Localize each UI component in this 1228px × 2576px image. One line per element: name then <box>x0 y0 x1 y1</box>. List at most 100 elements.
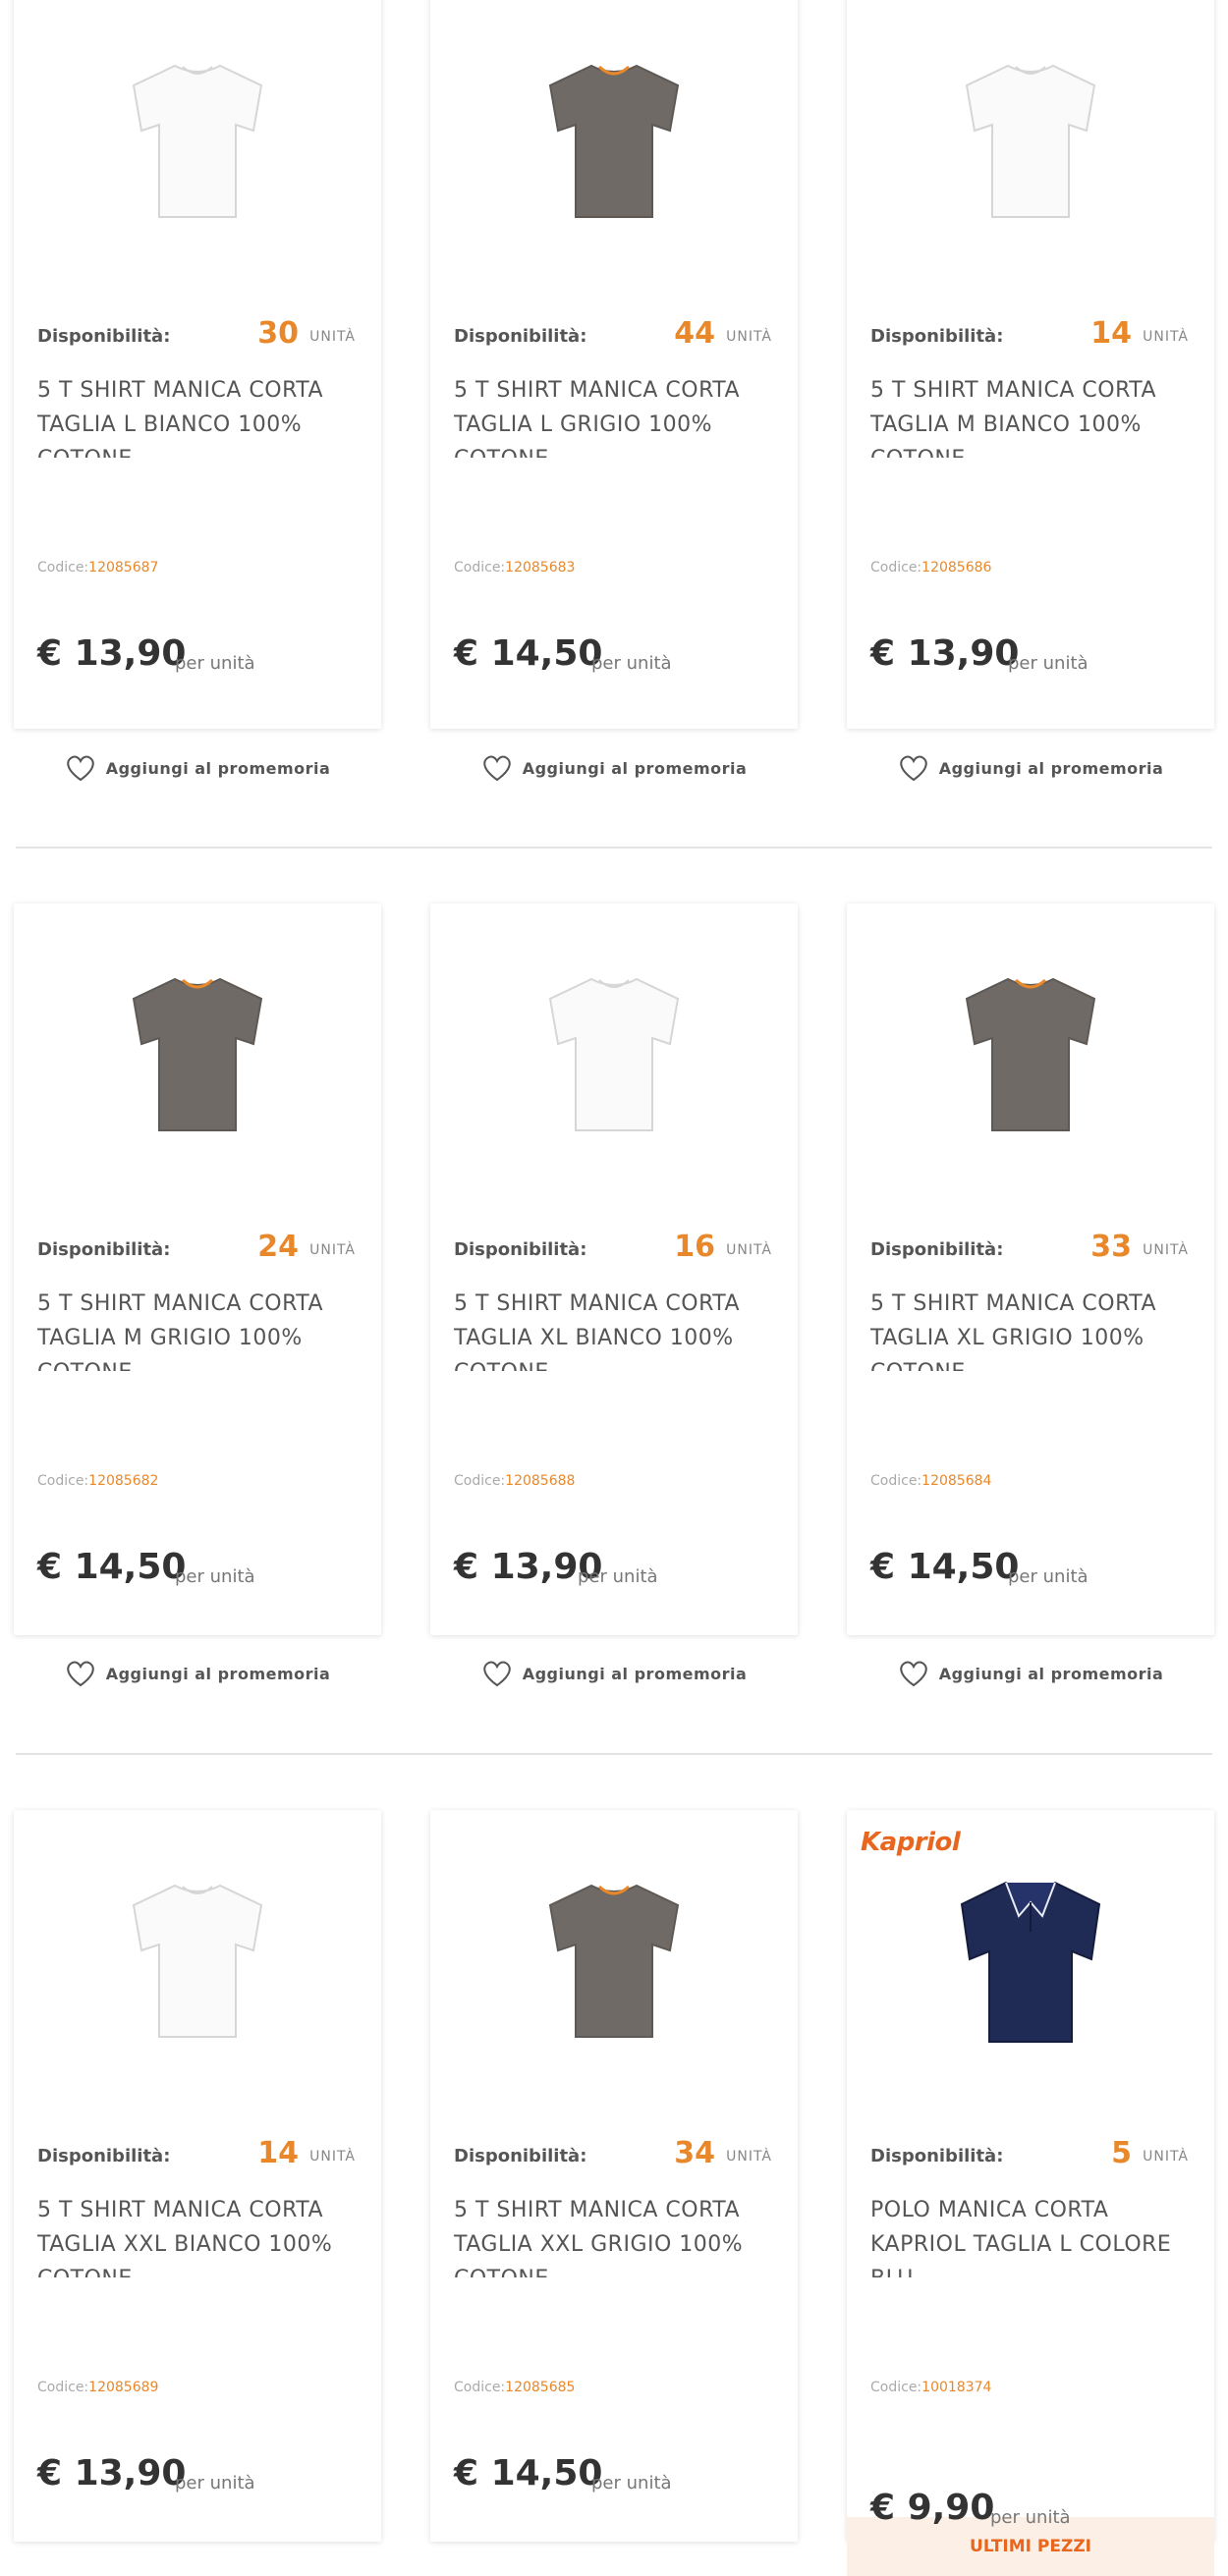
code-value: 12085687 <box>88 560 159 575</box>
grey-tshirt-icon <box>548 1884 680 2038</box>
availability-unit: UNITÀ <box>309 2149 356 2165</box>
product-image[interactable] <box>430 904 798 1198</box>
grey-tshirt-icon <box>548 64 680 218</box>
availability-label: Disponibilità: <box>37 1239 171 1260</box>
product-code: Codice:12085686 <box>870 560 991 575</box>
product-image[interactable] <box>847 904 1214 1198</box>
heart-icon <box>482 1661 511 1687</box>
product-card[interactable]: Disponibilità: 24 UNITÀ 5 T SHIRT MANICA… <box>14 904 381 1635</box>
per-unit-label: per unità <box>591 2473 672 2494</box>
per-unit-label: per unità <box>591 653 672 674</box>
product-image[interactable] <box>14 0 381 285</box>
product-image[interactable] <box>14 904 381 1198</box>
product-title[interactable]: 5 T SHIRT MANICA CORTA TAGLIA M GRIGIO 1… <box>37 1287 352 1371</box>
product-card[interactable]: Disponibilità: 30 UNITÀ 5 T SHIRT MANICA… <box>14 0 381 729</box>
product-title[interactable]: 5 T SHIRT MANICA CORTA TAGLIA L GRIGIO 1… <box>454 373 768 458</box>
product-title[interactable]: 5 T SHIRT MANICA CORTA TAGLIA XXL BIANCO… <box>37 2193 352 2277</box>
availability-label: Disponibilità: <box>870 2146 1004 2166</box>
per-unit-label: per unità <box>175 2473 255 2494</box>
grey-tshirt-icon <box>132 977 263 1131</box>
availability-quantity: 34 <box>674 2136 715 2170</box>
code-label: Codice: <box>454 560 506 575</box>
product-title[interactable]: 5 T SHIRT MANICA CORTA TAGLIA XL GRIGIO … <box>870 1287 1185 1371</box>
per-unit-label: per unità <box>1008 653 1088 674</box>
per-unit-label: per unità <box>578 1566 658 1587</box>
availability-label: Disponibilità: <box>454 1239 587 1260</box>
heart-icon <box>66 755 94 782</box>
availability-unit: UNITÀ <box>1143 329 1189 345</box>
availability-label: Disponibilità: <box>37 2146 171 2166</box>
product-title[interactable]: 5 T SHIRT MANICA CORTA TAGLIA XXL GRIGIO… <box>454 2193 768 2277</box>
code-label: Codice: <box>37 560 89 575</box>
heart-icon <box>899 755 927 782</box>
product-code: Codice:12085684 <box>870 1473 991 1489</box>
product-code: Codice:12085687 <box>37 560 158 575</box>
wishlist-label: Aggiungi al promemoria <box>105 1664 331 1683</box>
row-divider <box>16 1753 1212 1755</box>
per-unit-label: per unità <box>1008 1566 1088 1587</box>
code-value: 12085688 <box>505 1473 576 1489</box>
product-price: € 14,50 <box>454 2453 603 2494</box>
wishlist-button[interactable]: Aggiungi al promemoria <box>430 1654 798 1693</box>
white-tshirt-icon <box>548 977 680 1131</box>
product-code: Codice:12085688 <box>454 1473 575 1489</box>
code-value: 10018374 <box>921 2380 992 2395</box>
availability-unit: UNITÀ <box>309 329 356 345</box>
grey-tshirt-icon <box>965 977 1096 1131</box>
per-unit-label: per unità <box>175 653 255 674</box>
product-card[interactable]: Disponibilità: 14 UNITÀ 5 T SHIRT MANICA… <box>847 0 1214 729</box>
product-price: € 14,50 <box>37 1547 187 1587</box>
product-code: Codice:12085685 <box>454 2380 575 2395</box>
product-card[interactable]: Disponibilità: 44 UNITÀ 5 T SHIRT MANICA… <box>430 0 798 729</box>
wishlist-label: Aggiungi al promemoria <box>522 758 748 778</box>
wishlist-label: Aggiungi al promemoria <box>522 1664 748 1683</box>
product-price: € 14,50 <box>870 1547 1020 1587</box>
product-card[interactable]: Disponibilità: 34 UNITÀ 5 T SHIRT MANICA… <box>430 1810 798 2542</box>
availability-label: Disponibilità: <box>454 326 587 347</box>
product-price: € 14,50 <box>454 633 603 674</box>
per-unit-label: per unità <box>990 2507 1071 2528</box>
product-price: € 13,90 <box>870 633 1020 674</box>
wishlist-button[interactable]: Aggiungi al promemoria <box>847 1654 1214 1693</box>
product-image[interactable] <box>847 1810 1214 2105</box>
wishlist-button[interactable]: Aggiungi al promemoria <box>14 1654 381 1693</box>
availability-quantity: 14 <box>257 2136 299 2170</box>
availability-unit: UNITÀ <box>309 1242 356 1258</box>
product-price: € 13,90 <box>37 2453 187 2494</box>
product-card[interactable]: Disponibilità: 33 UNITÀ 5 T SHIRT MANICA… <box>847 904 1214 1635</box>
availability-quantity: 33 <box>1090 1230 1132 1264</box>
product-code: Codice:12085689 <box>37 2380 158 2395</box>
availability-quantity: 30 <box>257 316 299 351</box>
product-grid: Disponibilità: 30 UNITÀ 5 T SHIRT MANICA… <box>0 0 1228 2576</box>
product-title[interactable]: 5 T SHIRT MANICA CORTA TAGLIA L BIANCO 1… <box>37 373 352 458</box>
availability-quantity: 5 <box>1111 2136 1132 2170</box>
product-image[interactable] <box>430 1810 798 2105</box>
per-unit-label: per unità <box>175 1566 255 1587</box>
product-image[interactable] <box>14 1810 381 2105</box>
product-image[interactable] <box>847 0 1214 285</box>
wishlist-button[interactable]: Aggiungi al promemoria <box>847 748 1214 788</box>
navy-polo-icon <box>960 1881 1101 2043</box>
product-card[interactable]: Disponibilità: 14 UNITÀ 5 T SHIRT MANICA… <box>14 1810 381 2542</box>
wishlist-button[interactable]: Aggiungi al promemoria <box>14 748 381 788</box>
availability-quantity: 16 <box>674 1230 715 1264</box>
row-divider <box>16 847 1212 849</box>
product-image[interactable] <box>430 0 798 285</box>
availability-label: Disponibilità: <box>37 326 171 347</box>
product-card[interactable]: Kapriol Disponibilità: 5 UNITÀ POLO MANI… <box>847 1810 1214 2576</box>
code-label: Codice: <box>870 560 922 575</box>
availability-unit: UNITÀ <box>1143 1242 1189 1258</box>
availability-label: Disponibilità: <box>454 2146 587 2166</box>
availability-label: Disponibilità: <box>870 1239 1004 1260</box>
product-card[interactable]: Disponibilità: 16 UNITÀ 5 T SHIRT MANICA… <box>430 904 798 1635</box>
white-tshirt-icon <box>132 64 263 218</box>
product-title[interactable]: 5 T SHIRT MANICA CORTA TAGLIA XL BIANCO … <box>454 1287 768 1371</box>
wishlist-label: Aggiungi al promemoria <box>938 1664 1164 1683</box>
wishlist-button[interactable]: Aggiungi al promemoria <box>430 748 798 788</box>
product-title[interactable]: 5 T SHIRT MANICA CORTA TAGLIA M BIANCO 1… <box>870 373 1185 458</box>
product-code: Codice:10018374 <box>870 2380 991 2395</box>
heart-icon <box>66 1661 94 1687</box>
availability-quantity: 44 <box>674 316 715 351</box>
product-title[interactable]: POLO MANICA CORTA KAPRIOL TAGLIA L COLOR… <box>870 2193 1185 2277</box>
white-tshirt-icon <box>132 1884 263 2038</box>
